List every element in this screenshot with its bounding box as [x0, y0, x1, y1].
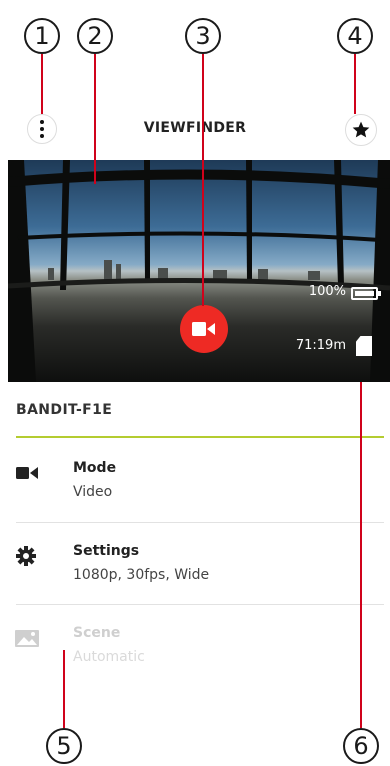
callout-2: 2 — [77, 18, 113, 54]
callout-line-3 — [202, 54, 204, 306]
callout-3: 3 — [185, 18, 221, 54]
gear-icon — [16, 546, 36, 566]
more-options-button[interactable] — [27, 114, 57, 144]
callout-line-2 — [94, 54, 96, 184]
callout-line-1 — [41, 54, 43, 114]
star-icon — [352, 121, 370, 138]
video-camera-icon — [16, 467, 38, 479]
battery-icon — [351, 287, 381, 300]
sd-card-icon — [356, 336, 372, 356]
remaining-time: 71:19m — [295, 338, 346, 353]
battery-percent: 100% — [308, 284, 346, 299]
list-item-settings[interactable]: Settings 1080p, 30fps, Wide — [0, 523, 390, 605]
callout-1: 1 — [24, 18, 60, 54]
record-button[interactable] — [180, 305, 228, 353]
callout-6: 6 — [343, 728, 379, 764]
callout-5: 5 — [46, 728, 82, 764]
callout-line-5 — [63, 650, 65, 728]
callout-line-4 — [354, 54, 356, 114]
device-name: BANDIT-F1E — [16, 402, 113, 418]
mode-value: Video — [73, 484, 113, 500]
callout-4: 4 — [337, 18, 373, 54]
mode-label: Mode — [73, 460, 117, 476]
image-icon — [15, 630, 39, 647]
settings-value: 1080p, 30fps, Wide — [73, 567, 210, 583]
page-title: VIEWFINDER — [143, 120, 247, 136]
section-divider — [16, 436, 384, 438]
callout-line-6 — [360, 382, 362, 728]
scene-label: Scene — [73, 625, 121, 641]
list-item-mode[interactable]: Mode Video — [0, 440, 390, 522]
list-item-scene[interactable]: Scene Automatic — [0, 605, 390, 687]
video-camera-icon — [192, 322, 215, 336]
favorite-button[interactable] — [345, 114, 377, 146]
settings-label: Settings — [73, 543, 140, 559]
scene-value: Automatic — [73, 649, 145, 665]
